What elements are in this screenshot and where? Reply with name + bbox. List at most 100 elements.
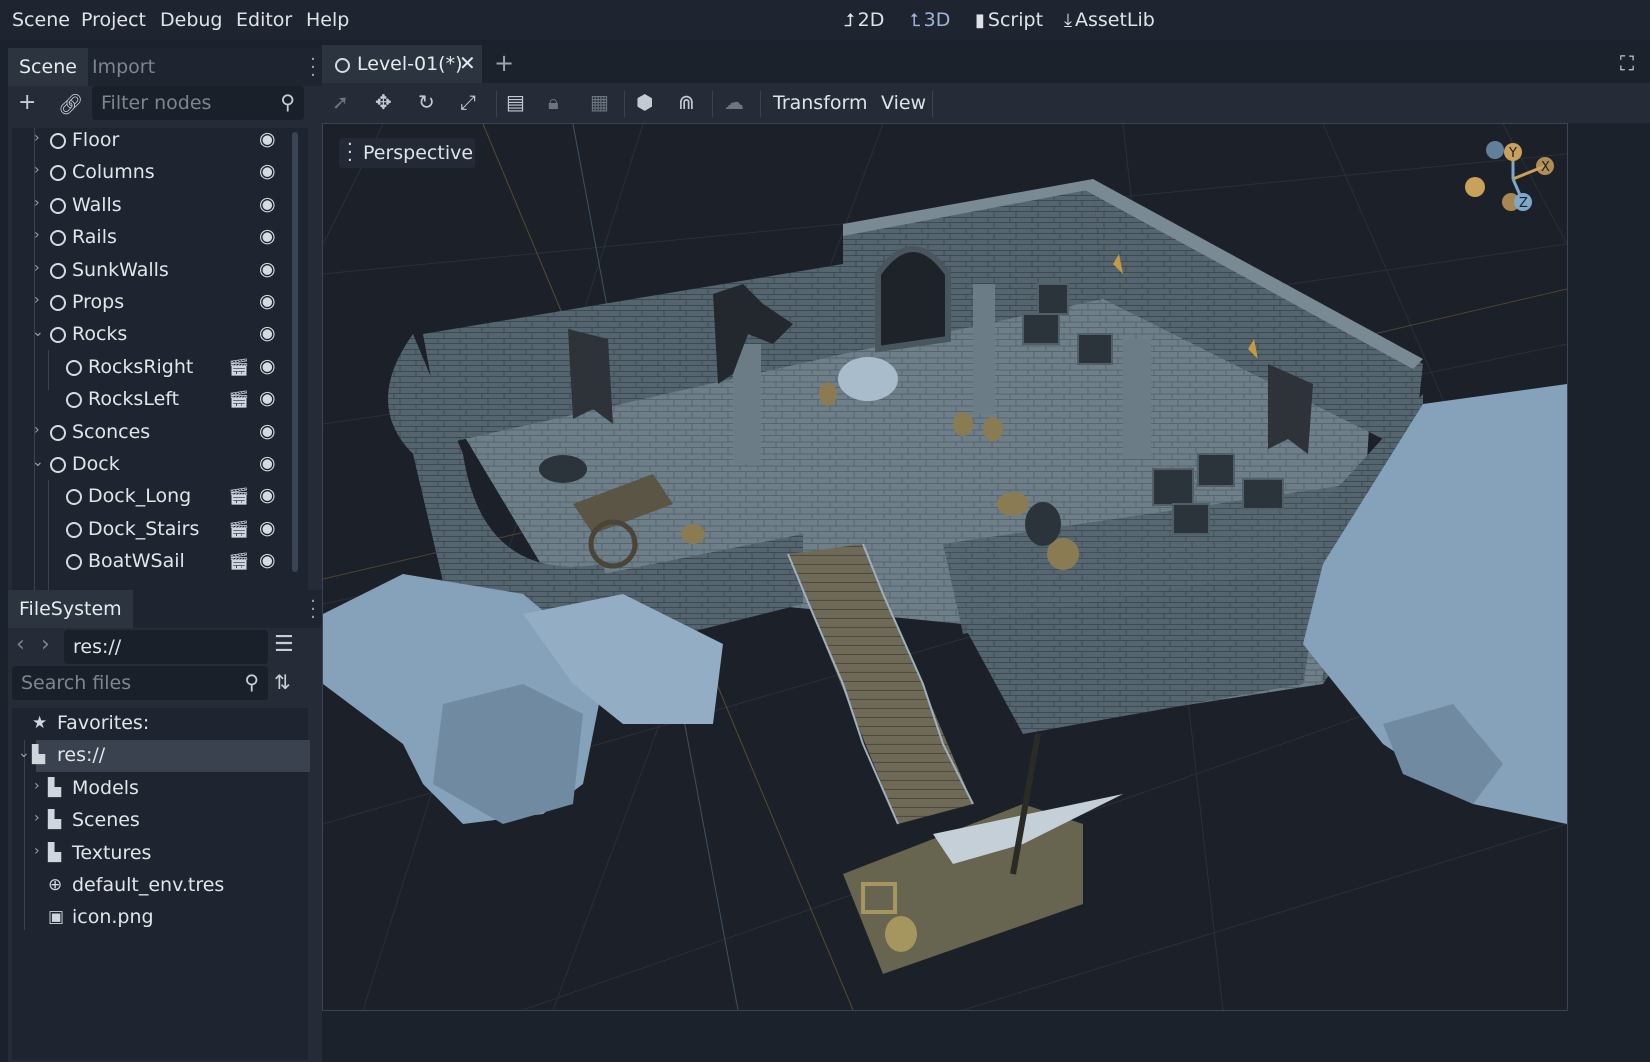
favorites-item[interactable]: ★ Favorites: — [12, 708, 302, 740]
visibility-eye-icon[interactable]: ◉ — [259, 452, 276, 474]
chevron-right-icon[interactable]: › — [34, 195, 40, 211]
visibility-eye-icon[interactable]: ◉ — [259, 258, 276, 280]
chevron-right-icon[interactable]: › — [34, 162, 40, 178]
tree-node-dock-stairs[interactable]: Dock_Stairs 🎬︎ ◉ — [12, 514, 292, 546]
visibility-eye-icon[interactable]: ◉ — [259, 484, 276, 506]
open-scene-clapper-icon[interactable]: 🎬︎ — [228, 358, 250, 378]
tree-node-rocks[interactable]: ⌄ Rocks ◉ — [12, 319, 292, 351]
folder-res-root[interactable]: ⌄ ▙ res:// — [18, 740, 310, 772]
environment-icon[interactable]: ☁ — [724, 90, 744, 114]
folder-scenes[interactable]: › ▙ Scenes — [12, 805, 302, 837]
visibility-eye-icon[interactable]: ◉ — [259, 420, 276, 442]
tree-node-boatwsail[interactable]: BoatWSail 🎬︎ ◉ — [12, 546, 292, 578]
chevron-right-icon[interactable]: › — [34, 810, 40, 826]
split-view-icon[interactable]: ☰ — [274, 632, 294, 657]
local-space-icon[interactable]: ⬢ — [636, 90, 653, 114]
main-tab-script[interactable]: ▮ Script — [975, 9, 1043, 31]
chevron-right-icon[interactable]: › — [34, 130, 40, 146]
main-tab-2d[interactable]: ⮥ 2D — [844, 9, 884, 31]
filter-nodes-input[interactable]: Filter nodes ⚲ — [92, 86, 304, 120]
tree-node-walls[interactable]: › Walls ◉ — [12, 190, 292, 222]
orientation-gizmo[interactable]: Y X Z — [1465, 141, 1554, 211]
tree-node-props[interactable]: › Props ◉ — [12, 287, 292, 319]
dock-menu-icon[interactable]: · · · — [310, 593, 316, 627]
transform-menu[interactable]: Transform — [773, 92, 868, 114]
link-icon[interactable]: 🔗︎ — [58, 92, 83, 116]
file-icon-png[interactable]: ▣ icon.png — [12, 902, 302, 934]
tree-node-rocksright[interactable]: RocksRight 🎬︎ ◉ — [12, 352, 292, 384]
group-icon[interactable]: ▦ — [590, 90, 609, 114]
tree-node-sunkwalls[interactable]: › SunkWalls ◉ — [12, 255, 292, 287]
add-tab-icon[interactable]: + — [494, 49, 514, 77]
chevron-down-icon[interactable]: ⌄ — [18, 745, 30, 761]
visibility-eye-icon[interactable]: ◉ — [259, 193, 276, 215]
menu-editor[interactable]: Editor — [236, 9, 292, 31]
lock-icon[interactable]: 🔒︎ — [548, 90, 559, 114]
node3d-icon — [50, 327, 66, 343]
tree-node-rails[interactable]: › Rails ◉ — [12, 222, 292, 254]
visibility-eye-icon[interactable]: ◉ — [259, 160, 276, 182]
add-node-icon[interactable]: + — [18, 90, 36, 115]
dock-menu-icon[interactable]: · · · — [310, 51, 316, 85]
chevron-right-icon[interactable]: › — [34, 422, 40, 438]
tree-node-dock-long[interactable]: Dock_Long 🎬︎ ◉ — [12, 481, 292, 513]
select-tool-icon[interactable]: ➚ — [332, 90, 349, 114]
sort-icon[interactable]: ⇅ — [274, 670, 291, 694]
visibility-eye-icon[interactable]: ◉ — [259, 290, 276, 312]
tree-node-dock[interactable]: ⌄ Dock ◉ — [12, 449, 292, 481]
open-scene-clapper-icon[interactable]: 🎬︎ — [228, 487, 250, 507]
tree-node-rocksleft[interactable]: RocksLeft 🎬︎ ◉ — [12, 384, 292, 416]
rotate-tool-icon[interactable]: ↻ — [418, 90, 435, 114]
node3d-icon — [66, 489, 82, 505]
tree-node-columns[interactable]: › Columns ◉ — [12, 157, 292, 189]
visibility-eye-icon[interactable]: ◉ — [259, 355, 276, 377]
tree-node-sconces[interactable]: › Sconces ◉ — [12, 417, 292, 449]
back-arrow-icon[interactable]: ‹ — [16, 632, 25, 657]
search-files-input[interactable]: Search files ⚲ — [12, 666, 268, 700]
open-scene-clapper-icon[interactable]: 🎬︎ — [228, 520, 250, 540]
barrel-dark — [539, 455, 587, 483]
folder-models[interactable]: › ▙ Models — [12, 773, 302, 805]
menu-project[interactable]: Project — [81, 9, 146, 31]
menu-scene[interactable]: Scene — [12, 9, 70, 31]
tab-import[interactable]: Import — [81, 48, 166, 86]
tab-scene[interactable]: Scene — [8, 48, 88, 86]
scale-tool-icon[interactable]: ⤢ — [460, 90, 476, 114]
file-default-env[interactable]: ⊕ default_env.tres — [12, 870, 302, 902]
chevron-right-icon[interactable]: › — [34, 260, 40, 276]
chevron-right-icon[interactable]: › — [34, 778, 40, 794]
visibility-eye-icon[interactable]: ◉ — [259, 517, 276, 539]
main-tab-3d[interactable]: ⮤ 3D — [910, 9, 950, 31]
forward-arrow-icon[interactable]: › — [41, 632, 50, 657]
chevron-right-icon[interactable]: › — [34, 843, 40, 859]
perspective-menu-button[interactable]: · · · Perspective — [339, 136, 475, 170]
menu-debug[interactable]: Debug — [160, 9, 222, 31]
node3d-icon — [66, 522, 82, 538]
folder-textures[interactable]: › ▙ Textures — [12, 838, 302, 870]
visibility-eye-icon[interactable]: ◉ — [259, 549, 276, 571]
menu-help[interactable]: Help — [306, 9, 349, 31]
open-scene-clapper-icon[interactable]: 🎬︎ — [228, 552, 250, 572]
path-field[interactable]: res:// — [64, 630, 268, 664]
snap-icon[interactable]: ⋒ — [678, 90, 695, 114]
chevron-down-icon[interactable]: ⌄ — [32, 454, 44, 470]
view-menu[interactable]: View — [881, 92, 926, 114]
chevron-right-icon[interactable]: › — [34, 292, 40, 308]
visibility-eye-icon[interactable]: ◉ — [259, 387, 276, 409]
visibility-eye-icon[interactable]: ◉ — [259, 322, 276, 344]
3d-viewport[interactable]: Y X Z · · · Perspective — [322, 123, 1568, 1011]
scene-tab-level-01[interactable]: Level-01(*) ✕ — [322, 45, 482, 83]
list-select-icon[interactable]: ▤ — [506, 90, 525, 114]
chevron-down-icon[interactable]: ⌄ — [32, 324, 44, 340]
tab-filesystem[interactable]: FileSystem — [8, 590, 133, 628]
scene-tree-scrollbar[interactable] — [292, 132, 298, 572]
fullscreen-icon[interactable]: ⛶ — [1620, 51, 1634, 75]
tree-node-floor[interactable]: › Floor ◉ — [12, 128, 292, 157]
close-icon[interactable]: ✕ — [459, 51, 476, 75]
main-tab-assetlib[interactable]: ⤓ AssetLib — [1064, 9, 1155, 31]
visibility-eye-icon[interactable]: ◉ — [259, 225, 276, 247]
open-scene-clapper-icon[interactable]: 🎬︎ — [228, 390, 250, 410]
move-tool-icon[interactable]: ✥ — [375, 90, 392, 114]
visibility-eye-icon[interactable]: ◉ — [259, 128, 276, 150]
chevron-right-icon[interactable]: › — [34, 227, 40, 243]
